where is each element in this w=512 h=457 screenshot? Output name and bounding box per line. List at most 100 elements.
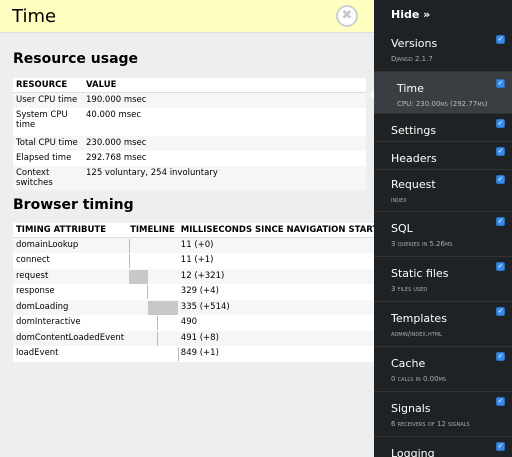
toolbar-item-sql[interactable]: SQL 3 queries in 5.26ms ✓ (374, 212, 512, 257)
toolbar-item-versions[interactable]: Versions Django 2.1.7 ✓ (374, 30, 512, 72)
toolbar-item-logging[interactable]: Logging ✓ (374, 437, 512, 457)
toolbar-item-label: Templates (391, 312, 447, 325)
timeline-cell (127, 315, 178, 331)
timeline-cell (127, 299, 179, 315)
toolbar-item-sub: index (391, 196, 407, 204)
toolbar-item-templates[interactable]: Templates admin/index.html ✓ (374, 302, 512, 347)
timing-attribute: request (13, 268, 128, 284)
checkbox-sql[interactable]: ✓ (496, 217, 505, 226)
checkbox-signals[interactable]: ✓ (496, 397, 505, 406)
table-row: request 12 (+321) (13, 268, 374, 284)
timeline-bar (157, 331, 159, 346)
toolbar-item-label: SQL (391, 222, 413, 235)
toolbar-item-sub: 6 receivers of 12 signals (391, 420, 470, 428)
debug-toolbar: Hide » Versions Django 2.1.7 ✓ Time CPU:… (374, 0, 512, 457)
time-panel: Time ✖ Resource usage RESOURCE VALUE Use… (0, 0, 374, 457)
column-header-timeline: TIMELINE (127, 223, 178, 238)
timing-ms: 11 (+0) (177, 237, 374, 253)
toolbar-item-cache[interactable]: Cache 0 calls in 0.00ms ✓ (374, 347, 512, 392)
browser-timing-title: Browser timing (13, 197, 134, 213)
resource-name: Elapsed time (16, 152, 72, 163)
timeline-cell (127, 284, 178, 300)
timeline-cell (127, 237, 178, 253)
toolbar-item-label: Versions (391, 37, 438, 50)
resource-name: Total CPU time (13, 135, 83, 151)
timing-attribute: domContentLoadedEvent (13, 330, 128, 346)
table-row: connect 11 (+1) (13, 253, 374, 269)
toolbar-item-time[interactable]: Time CPU: 230.00ms (292.77ms) ✓ (374, 72, 512, 114)
toolbar-item-signals[interactable]: Signals 6 receivers of 12 signals ✓ (374, 392, 512, 437)
resource-value: 125 voluntary, 254 involuntary (83, 165, 366, 190)
checkbox-templates[interactable]: ✓ (496, 307, 505, 316)
table-row: domInteractive 490 (13, 315, 374, 331)
toolbar-item-label: Request (391, 178, 436, 191)
table-row: response 329 (+4) (13, 284, 374, 300)
toolbar-item-label: Logging (391, 447, 435, 457)
checkbox-cache[interactable]: ✓ (496, 352, 505, 361)
toolbar-item-request[interactable]: Request index ✓ (374, 170, 512, 212)
timeline-bar (129, 269, 149, 284)
resource-value: 230.000 msec (83, 135, 366, 151)
resource-name: User CPU time (13, 92, 83, 108)
close-icon[interactable]: ✖ (336, 5, 358, 27)
timeline-cell (127, 253, 178, 269)
timeline-cell (127, 346, 180, 362)
resource-value: 190.000 msec (83, 92, 366, 108)
toolbar-item-sub: CPU: 230.00ms (292.77ms) (397, 100, 488, 108)
resource-value: 40.000 msec (86, 109, 142, 120)
checkbox-time[interactable]: ✓ (496, 79, 505, 88)
resource-usage-title: Resource usage (13, 51, 139, 67)
checkbox-versions[interactable]: ✓ (496, 35, 505, 44)
column-header-milliseconds: MILLISECONDS SINCE NAVIGATION START (177, 223, 374, 238)
resource-value: 292.768 msec (86, 152, 147, 163)
checkbox-static-files[interactable]: ✓ (496, 262, 505, 271)
table-row: Total CPU time 230.000 msec (13, 135, 366, 151)
table-row: domContentLoadedEvent 491 (+8) (13, 330, 374, 346)
panel-header: Time ✖ (0, 0, 374, 33)
column-header-timing-attribute: TIMING ATTRIBUTE (13, 223, 128, 238)
timing-ms: 491 (+8) (177, 330, 374, 346)
table-row: User CPU time 190.000 msec (13, 92, 366, 108)
column-header-resource: RESOURCE (13, 78, 83, 93)
timing-ms: 11 (+1) (180, 255, 214, 265)
timing-attribute: domLoading (13, 299, 128, 315)
hide-toolbar-link[interactable]: Hide » (374, 0, 512, 30)
timing-attribute: connect (16, 255, 50, 265)
checkbox-settings[interactable]: ✓ (496, 119, 505, 128)
timeline-bar (129, 239, 131, 253)
toolbar-item-label: Cache (391, 357, 426, 370)
timing-ms: 849 (+1) (180, 348, 219, 358)
timeline-cell (127, 330, 178, 346)
toolbar-item-label: Settings (391, 124, 437, 137)
resource-usage-table: RESOURCE VALUE User CPU time 190.000 mse… (13, 78, 366, 190)
toolbar-item-label: Time (397, 82, 424, 95)
resource-name: System CPU time (16, 109, 68, 130)
timeline-bar (147, 285, 149, 299)
toolbar-item-settings[interactable]: Settings ✓ (374, 114, 512, 142)
panel-title: Time (12, 6, 57, 27)
table-row: System CPU time 40.000 msec (13, 108, 366, 136)
checkbox-headers[interactable]: ✓ (496, 147, 505, 156)
table-row: Elapsed time 292.768 msec (13, 151, 366, 166)
toolbar-item-sub: admin/index.html (391, 330, 442, 338)
table-row: domLoading 335 (+514) (13, 299, 374, 315)
table-row: domainLookup 11 (+0) (13, 237, 374, 253)
timing-ms: 490 (180, 317, 198, 327)
timing-ms: 12 (+321) (177, 268, 374, 284)
toolbar-item-sub: Django 2.1.7 (391, 55, 433, 63)
toolbar-item-sub: 0 calls in 0.00ms (391, 375, 447, 383)
toolbar-item-sub: 3 files used (391, 285, 428, 293)
toolbar-item-headers[interactable]: Headers ✓ (374, 142, 512, 170)
timing-ms: 335 (+514) (177, 299, 374, 315)
toolbar-item-label: Signals (391, 402, 431, 415)
timeline-cell (127, 268, 178, 284)
timeline-bar (157, 316, 159, 330)
timing-attribute: domainLookup (13, 237, 128, 253)
checkbox-logging[interactable]: ✓ (496, 442, 505, 451)
checkbox-request[interactable]: ✓ (496, 175, 505, 184)
timeline-bar (129, 254, 131, 268)
table-row: loadEvent 849 (+1) (13, 346, 374, 362)
toolbar-item-static-files[interactable]: Static files 3 files used ✓ (374, 257, 512, 302)
table-row: Context switches 125 voluntary, 254 invo… (13, 165, 366, 190)
column-header-value: VALUE (83, 78, 366, 93)
